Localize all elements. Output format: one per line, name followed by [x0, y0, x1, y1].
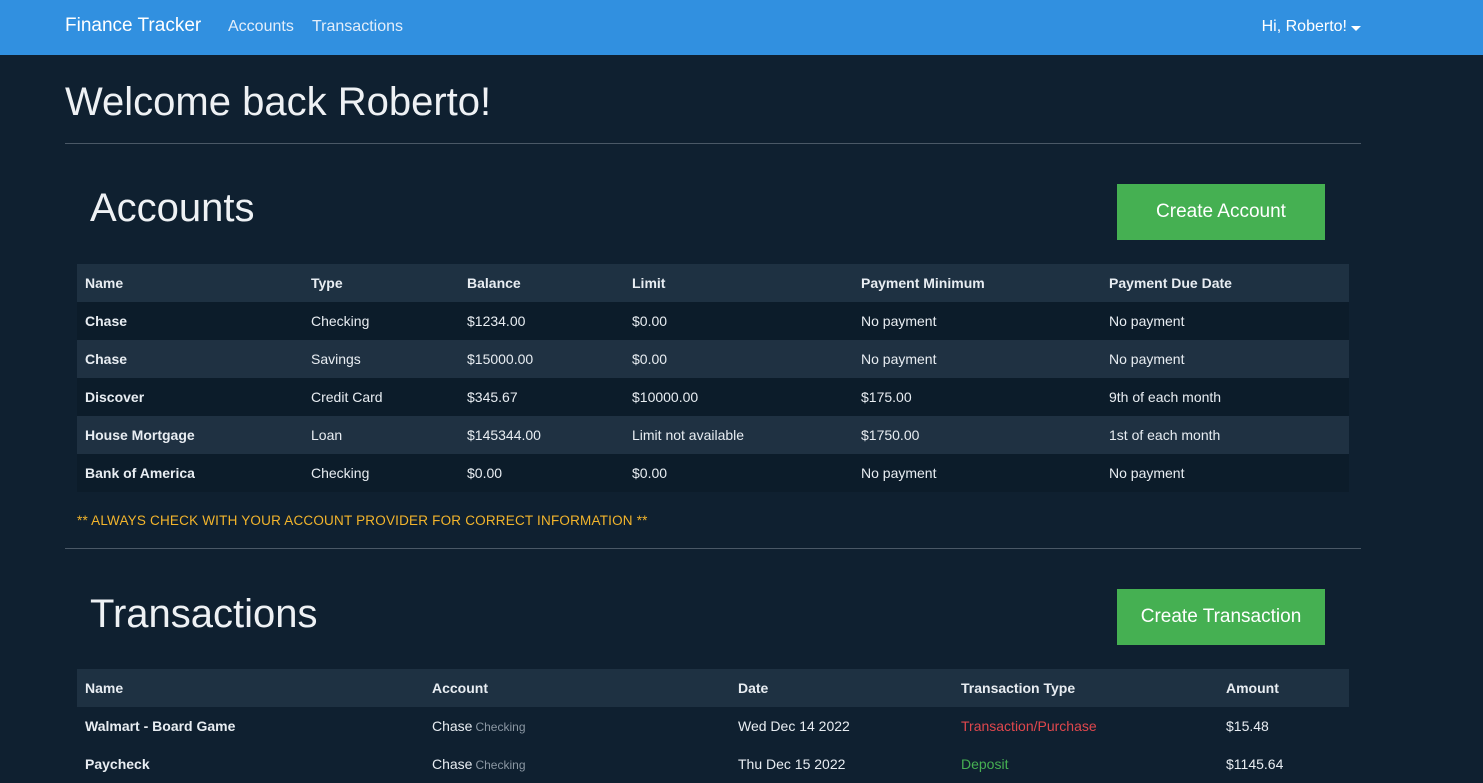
top-navbar: Finance Tracker Accounts Transactions Hi… [0, 0, 1483, 55]
account-type: Loan [303, 416, 459, 454]
column-header-payment-due-date: Payment Due Date [1101, 264, 1349, 302]
transaction-name: Walmart - Board Game [77, 707, 424, 745]
column-header-limit: Limit [624, 264, 853, 302]
account-payment-due-date: No payment [1101, 340, 1349, 378]
column-header-name: Name [77, 669, 424, 707]
account-limit: $10000.00 [624, 378, 853, 416]
table-row: House Mortgage Loan $145344.00 Limit not… [77, 416, 1349, 454]
account-name: Discover [77, 378, 303, 416]
account-type: Checking [303, 454, 459, 492]
account-balance: $345.67 [459, 378, 624, 416]
account-payment-due-date: No payment [1101, 302, 1349, 340]
transaction-date: Wed Dec 14 2022 [730, 707, 953, 745]
account-payment-minimum: $1750.00 [853, 416, 1101, 454]
divider [65, 143, 1361, 144]
transactions-header-row: Name Account Date Transaction Type Amoun… [77, 669, 1349, 707]
column-header-account: Account [424, 669, 730, 707]
column-header-name: Name [77, 264, 303, 302]
column-header-amount: Amount [1218, 669, 1349, 707]
column-header-transaction-type: Transaction Type [953, 669, 1218, 707]
column-header-date: Date [730, 669, 953, 707]
account-name: Bank of America [77, 454, 303, 492]
column-header-type: Type [303, 264, 459, 302]
account-name: Chase [432, 756, 473, 772]
transaction-account: Chase Checking [424, 745, 730, 783]
account-payment-minimum: No payment [853, 340, 1101, 378]
table-row: Chase Checking $1234.00 $0.00 No payment… [77, 302, 1349, 340]
account-payment-minimum: $175.00 [853, 378, 1101, 416]
accounts-header-row: Name Type Balance Limit Payment Minimum … [77, 264, 1349, 302]
column-header-payment-minimum: Payment Minimum [853, 264, 1101, 302]
account-type-label: Checking [475, 720, 526, 734]
user-greeting: Hi, Roberto! [1261, 18, 1347, 35]
account-type: Checking [303, 302, 459, 340]
transaction-name: Paycheck [77, 745, 424, 783]
account-type: Credit Card [303, 378, 459, 416]
brand-link[interactable]: Finance Tracker [65, 15, 201, 37]
create-transaction-button[interactable]: Create Transaction [1117, 589, 1325, 645]
account-name: Chase [432, 718, 473, 734]
create-account-button[interactable]: Create Account [1117, 184, 1325, 240]
table-row: Chase Savings $15000.00 $0.00 No payment… [77, 340, 1349, 378]
accounts-disclaimer: ** ALWAYS CHECK WITH YOUR ACCOUNT PROVID… [77, 513, 648, 528]
transaction-account: Chase Checking [424, 707, 730, 745]
account-type: Savings [303, 340, 459, 378]
transaction-type: Transaction/Purchase [953, 707, 1218, 745]
table-row: Walmart - Board Game Chase Checking Wed D… [77, 707, 1349, 745]
account-name: Chase [77, 340, 303, 378]
user-menu-dropdown[interactable]: Hi, Roberto! [1262, 18, 1361, 36]
transaction-amount: $1145.64 [1218, 745, 1349, 783]
transactions-table: Name Account Date Transaction Type Amoun… [77, 669, 1349, 783]
table-row: Discover Credit Card $345.67 $10000.00 $… [77, 378, 1349, 416]
account-type-label: Checking [475, 758, 526, 772]
account-limit: $0.00 [624, 302, 853, 340]
account-balance: $1234.00 [459, 302, 624, 340]
account-payment-due-date: 1st of each month [1101, 416, 1349, 454]
account-name: House Mortgage [77, 416, 303, 454]
accounts-table: Name Type Balance Limit Payment Minimum … [77, 264, 1349, 492]
account-name: Chase [77, 302, 303, 340]
account-limit: Limit not available [624, 416, 853, 454]
account-payment-due-date: 9th of each month [1101, 378, 1349, 416]
account-payment-minimum: No payment [853, 454, 1101, 492]
divider [65, 548, 1361, 549]
account-balance: $15000.00 [459, 340, 624, 378]
welcome-heading: Welcome back Roberto! [65, 80, 492, 124]
transaction-amount: $15.48 [1218, 707, 1349, 745]
nav-link-accounts[interactable]: Accounts [228, 18, 294, 36]
transaction-type: Deposit [953, 745, 1218, 783]
column-header-balance: Balance [459, 264, 624, 302]
account-payment-minimum: No payment [853, 302, 1101, 340]
nav-link-transactions[interactable]: Transactions [312, 18, 403, 36]
table-row: Paycheck Chase Checking Thu Dec 15 2022 D… [77, 745, 1349, 783]
transactions-heading: Transactions [90, 592, 318, 636]
transaction-date: Thu Dec 15 2022 [730, 745, 953, 783]
account-limit: $0.00 [624, 454, 853, 492]
account-limit: $0.00 [624, 340, 853, 378]
account-payment-due-date: No payment [1101, 454, 1349, 492]
account-balance: $0.00 [459, 454, 624, 492]
caret-down-icon [1351, 25, 1361, 31]
table-row: Bank of America Checking $0.00 $0.00 No … [77, 454, 1349, 492]
account-balance: $145344.00 [459, 416, 624, 454]
accounts-heading: Accounts [90, 186, 255, 230]
